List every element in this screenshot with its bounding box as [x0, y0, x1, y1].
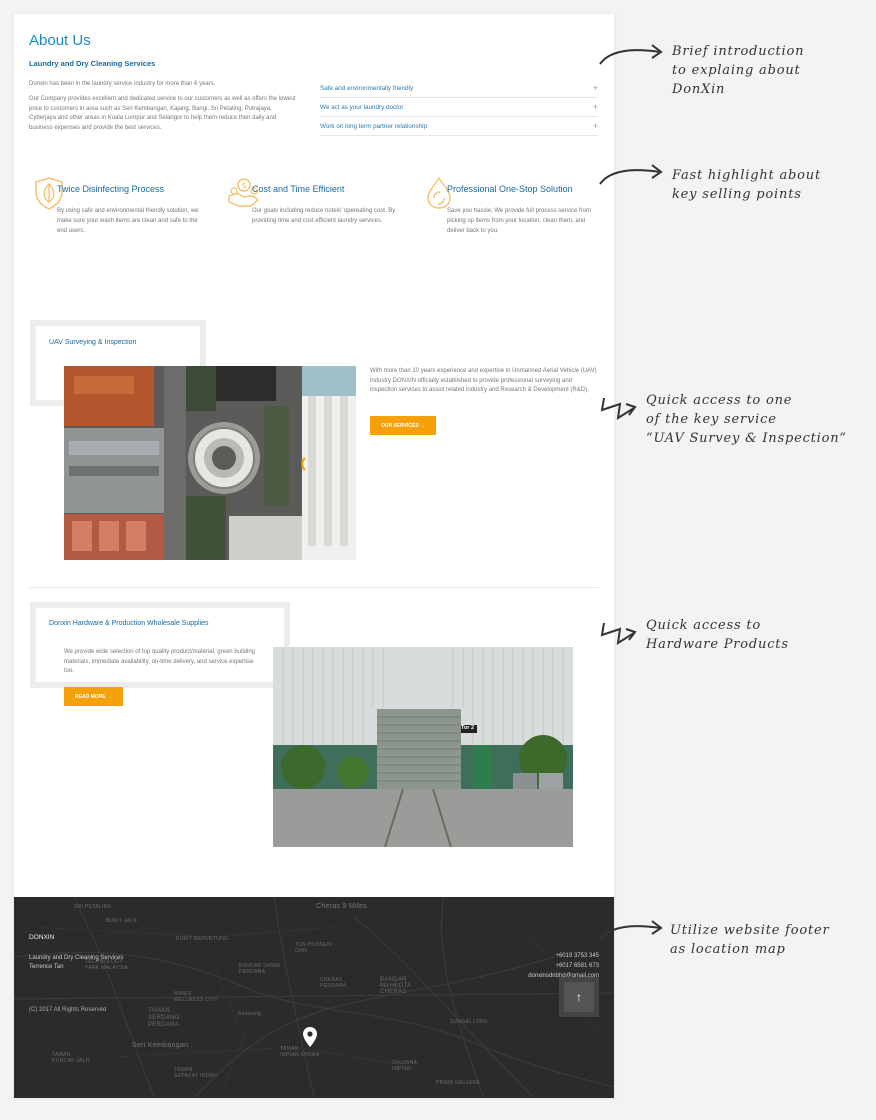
about-intro-text: Donxin has been in the laundry service i… [29, 81, 216, 87]
map-label: TUN HUSSEIN ONN [295, 942, 333, 954]
map-label: CHERAS PERDANA [320, 977, 347, 989]
scroll-to-top-button[interactable]: ↑ [559, 977, 599, 1017]
map-label: Seri Kembangan [132, 1042, 189, 1049]
map-label: SRI PETALING [74, 904, 112, 910]
map-label: SUNGAI LONG [450, 1019, 489, 1025]
our-services-button[interactable]: OUR SERVICES → [370, 416, 436, 435]
section-divider [29, 587, 599, 588]
about-title: About Us [29, 32, 91, 49]
footer-phone-1[interactable]: +6019 3753 345 [555, 953, 599, 959]
hardware-description: We provide wide selection of top quality… [64, 649, 255, 675]
accordion-item-label: Safe and environmentally friendly [320, 84, 414, 92]
map-label: BANDAR MAHKOTA CHERAS [380, 977, 412, 995]
map-label: TAMAN IMPIAN EHSAN [280, 1046, 320, 1058]
annotation-footer: Utilize website footer as location map [670, 923, 830, 957]
plus-icon: + [592, 121, 598, 131]
map-label: MINES WELLNESS CITY [174, 991, 218, 1003]
feature-text: Save you hassle. We provide full process… [447, 208, 591, 234]
uav-description: With more than 10 years experience and e… [370, 368, 597, 394]
read-more-button[interactable]: READ MORE → [64, 687, 123, 706]
footer-brand: DONXIN [29, 934, 55, 941]
plus-icon: + [592, 83, 598, 93]
uav-aerial-image [64, 366, 356, 560]
map-label: BUKIT BERUNTUNG [176, 936, 229, 942]
door-sign: Tor 2 [461, 725, 475, 731]
plus-icon: + [592, 102, 598, 112]
map-label: PRIMA SAUJANA [436, 1080, 480, 1086]
annotation-hardware: Quick access to Hardware Products [646, 618, 789, 652]
accordion-item-label: We act as your laundry doctor [320, 103, 404, 111]
svg-text:$: $ [242, 181, 247, 190]
footer-location-map[interactable]: SRI PETALING Cheras 9 Miles BUKIT JALIL … [14, 897, 614, 1098]
feature-title: Cost and Time Efficient [252, 184, 345, 194]
accordion-item-partner[interactable]: Work on long term partner relationship + [320, 117, 598, 136]
footer-copyright: (C) 2017 All Rights Reserved [29, 1007, 107, 1013]
accordion-item-doctor[interactable]: We act as your laundry doctor + [320, 98, 598, 117]
map-label: TAMAN PUNCAK JALIL [52, 1052, 91, 1064]
map-label: BUKIT JALIL [106, 918, 139, 924]
annotation-about: Brief introduction to explaing about Don… [672, 44, 805, 97]
footer-contact-name: Terrence Tan [29, 964, 64, 970]
map-label: BANDAR DAMAI PERDANA [239, 963, 281, 975]
annotation-arrow-icon [600, 622, 637, 645]
warehouse-image [273, 647, 573, 847]
feature-title: Twice Disinfecting Process [57, 184, 165, 194]
map-label: Balakong [238, 1011, 262, 1017]
feature-text: By using safe and environmental friendly… [57, 208, 199, 234]
map-label: TAMAN SEPAKAT INDAH [174, 1067, 218, 1079]
map-label: Cheras 9 Miles [316, 903, 367, 910]
annotation-uav: Quick access to one of the key service “… [646, 393, 847, 446]
about-subtitle: Laundry and Dry Cleaning Services [29, 59, 156, 68]
hardware-title: Donxin Hardware & Production Wholesale S… [49, 620, 209, 627]
annotation-arrow-icon [599, 164, 663, 185]
feature-text: Our goals including reduce hotels' opere… [252, 208, 396, 224]
website-page: About Us Laundry and Dry Cleaning Servic… [14, 14, 614, 1098]
footer-phone-2[interactable]: +6017 6581 673 [555, 963, 599, 969]
about-accordion: Safe and environmentally friendly + We a… [320, 79, 598, 136]
feature-title: Professional One-Stop Solution [447, 184, 573, 194]
location-pin-icon[interactable] [303, 1027, 317, 1047]
accordion-item-safe[interactable]: Safe and environmentally friendly + [320, 79, 598, 98]
annotation-arrow-icon [599, 44, 663, 65]
map-label: TAMAN SERDANG PERDANA [148, 1008, 180, 1028]
annotation-arrow-icon [599, 920, 663, 941]
about-description-text: Our Company provides excellent and dedic… [29, 96, 296, 131]
footer-service-line: Laundry and Dry Cleaning Services [29, 955, 124, 961]
annotation-arrow-icon [600, 397, 637, 420]
accordion-item-label: Work on long term partner relationship [320, 122, 427, 130]
map-label: SAUJANA IMPIAN [392, 1060, 418, 1072]
arrow-up-icon: ↑ [576, 990, 582, 1004]
uav-title: UAV Surveying & Inspection [49, 339, 137, 346]
annotation-features: Fast highlight about key selling points [672, 168, 822, 202]
